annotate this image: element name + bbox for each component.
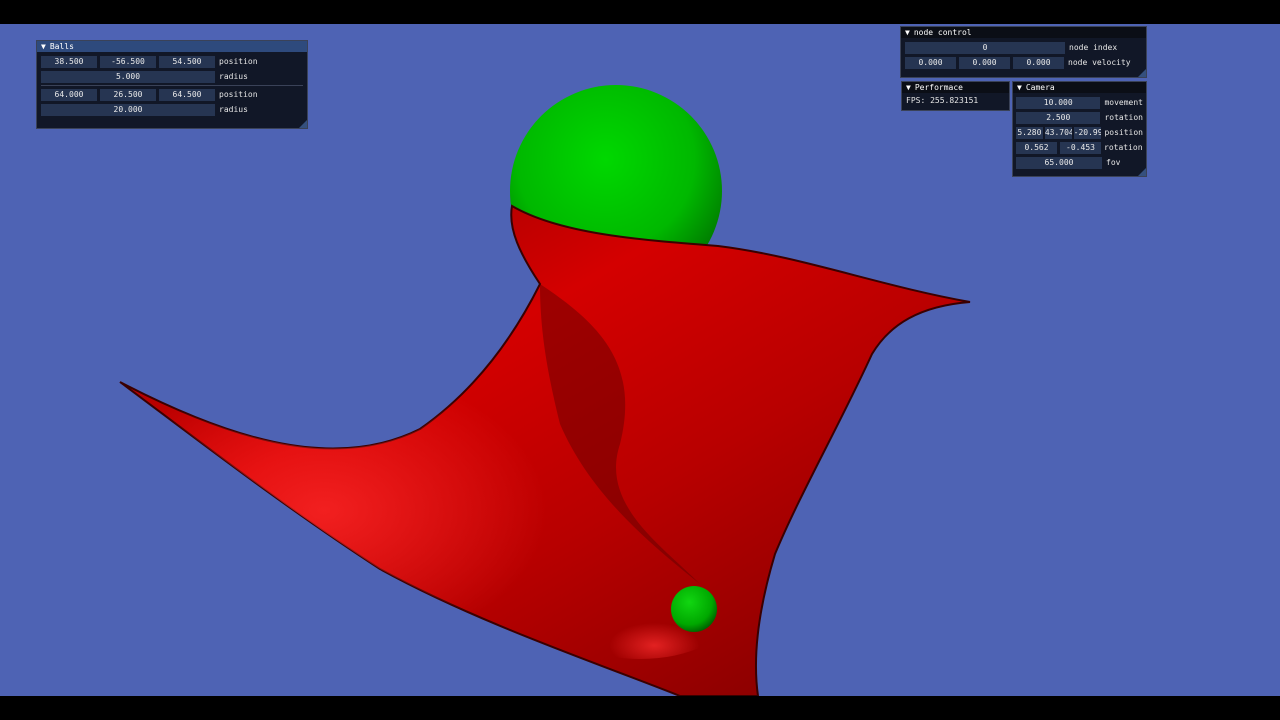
camera-title-text: Camera bbox=[1025, 83, 1055, 92]
ball-2-position-y-input[interactable]: 26.500 bbox=[100, 88, 156, 101]
ball-2-position-x-input[interactable]: 64.000 bbox=[41, 88, 97, 101]
ball-1-position-z-input[interactable]: 54.500 bbox=[159, 55, 215, 68]
3d-viewport[interactable]: ▼ Balls 38.500 -56.500 54.500 position 5.… bbox=[0, 24, 1280, 696]
camera-position-y-input[interactable]: 43.704 bbox=[1044, 126, 1072, 139]
performance-panel[interactable]: ▼ Performace FPS: 255.823151 bbox=[901, 81, 1010, 111]
camera-resize-grip[interactable] bbox=[1138, 168, 1146, 176]
camera-movement-row: 10.000 movement bbox=[1016, 96, 1143, 109]
camera-position-x-input[interactable]: 5.280 bbox=[1016, 126, 1043, 139]
ball-1-position-row: 38.500 -56.500 54.500 position bbox=[41, 55, 303, 68]
camera-title[interactable]: ▼ Camera bbox=[1013, 82, 1146, 93]
ball-separator bbox=[41, 85, 303, 86]
ball-2-position-z-input[interactable]: 64.500 bbox=[159, 88, 215, 101]
node-velocity-y-input[interactable]: 0.000 bbox=[959, 56, 1010, 69]
ball-2-radius-label: radius bbox=[219, 105, 248, 114]
camera-body: 10.000 movement 2.500 rotation 5.280 43.… bbox=[1013, 93, 1146, 173]
node-velocity-x-input[interactable]: 0.000 bbox=[905, 56, 956, 69]
camera-rotation-speed-input[interactable]: 2.500 bbox=[1016, 111, 1101, 124]
balls-panel-title[interactable]: ▼ Balls bbox=[37, 41, 307, 52]
camera-rotation-label: rotation bbox=[1104, 143, 1143, 152]
ball-2-radius-input[interactable]: 20.000 bbox=[41, 103, 215, 116]
node-control-panel[interactable]: ▼ node control 0 node index 0.000 0.000 0… bbox=[900, 26, 1147, 78]
camera-fov-label: fov bbox=[1106, 158, 1121, 167]
node-control-resize-grip[interactable] bbox=[1138, 69, 1146, 77]
camera-position-label: position bbox=[1104, 128, 1143, 137]
ball-2-position-row: 64.000 26.500 64.500 position bbox=[41, 88, 303, 101]
ball-1-position-x-input[interactable]: 38.500 bbox=[41, 55, 97, 68]
triangle-down-icon[interactable]: ▼ bbox=[905, 27, 910, 38]
camera-rotation-speed-row: 2.500 rotation bbox=[1016, 111, 1143, 124]
app-window: ▼ Balls 38.500 -56.500 54.500 position 5.… bbox=[0, 0, 1280, 720]
performance-title[interactable]: ▼ Performace bbox=[902, 82, 1009, 93]
balls-panel-resize-grip[interactable] bbox=[299, 120, 307, 128]
node-control-title[interactable]: ▼ node control bbox=[901, 27, 1146, 38]
ball-1-radius-input[interactable]: 5.000 bbox=[41, 70, 215, 83]
triangle-down-icon[interactable]: ▼ bbox=[906, 82, 911, 93]
ball-2-position-label: position bbox=[219, 90, 258, 99]
node-index-row: 0 node index bbox=[905, 41, 1142, 54]
camera-rotation-speed-label: rotation bbox=[1104, 113, 1143, 122]
camera-rotation-row: 0.562 -0.453 rotation bbox=[1016, 141, 1143, 154]
ball-1-position-y-input[interactable]: -56.500 bbox=[100, 55, 156, 68]
node-control-title-text: node control bbox=[913, 28, 972, 37]
balls-panel-body: 38.500 -56.500 54.500 position 5.000 rad… bbox=[37, 52, 307, 120]
camera-rotation-y-input[interactable]: -0.453 bbox=[1060, 141, 1101, 154]
camera-rotation-x-input[interactable]: 0.562 bbox=[1016, 141, 1057, 154]
ball-2-radius-row: 20.000 radius bbox=[41, 103, 303, 116]
small-sphere bbox=[671, 586, 717, 632]
camera-movement-label: movement bbox=[1104, 98, 1143, 107]
camera-position-row: 5.280 43.704 -20.99 position bbox=[1016, 126, 1143, 139]
performance-title-text: Performace bbox=[914, 83, 963, 92]
balls-panel[interactable]: ▼ Balls 38.500 -56.500 54.500 position 5.… bbox=[36, 40, 308, 129]
node-index-input[interactable]: 0 bbox=[905, 41, 1065, 54]
fps-readout: FPS: 255.823151 bbox=[906, 96, 979, 105]
camera-panel[interactable]: ▼ Camera 10.000 movement 2.500 rotation 5… bbox=[1012, 81, 1147, 177]
triangle-down-icon[interactable]: ▼ bbox=[41, 41, 46, 52]
node-control-body: 0 node index 0.000 0.000 0.000 node velo… bbox=[901, 38, 1146, 73]
node-velocity-z-input[interactable]: 0.000 bbox=[1013, 56, 1064, 69]
node-velocity-label: node velocity bbox=[1068, 58, 1131, 67]
triangle-down-icon[interactable]: ▼ bbox=[1017, 82, 1022, 93]
ball-1-position-label: position bbox=[219, 57, 258, 66]
camera-movement-input[interactable]: 10.000 bbox=[1016, 96, 1101, 109]
node-index-label: node index bbox=[1069, 43, 1118, 52]
balls-title-text: Balls bbox=[49, 42, 74, 51]
camera-fov-input[interactable]: 65.000 bbox=[1016, 156, 1102, 169]
camera-position-z-input[interactable]: -20.99 bbox=[1073, 126, 1102, 139]
ball-1-radius-row: 5.000 radius bbox=[41, 70, 303, 83]
ball-1-radius-label: radius bbox=[219, 72, 248, 81]
node-velocity-row: 0.000 0.000 0.000 node velocity bbox=[905, 56, 1142, 69]
camera-fov-row: 65.000 fov bbox=[1016, 156, 1143, 169]
